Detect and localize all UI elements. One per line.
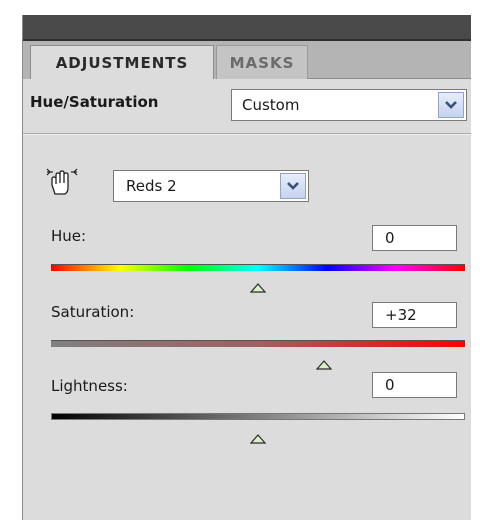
lightness-input[interactable]: 0 — [372, 372, 457, 398]
hue-label: Hue: — [51, 227, 87, 245]
lightness-label: Lightness: — [51, 377, 128, 395]
lightness-slider-thumb[interactable] — [249, 429, 267, 444]
hue-slider-track[interactable] — [51, 264, 465, 271]
chevron-down-icon[interactable] — [438, 92, 464, 118]
saturation-slider-thumb[interactable] — [315, 355, 333, 370]
adjustments-panel: ADJUSTMENTS MASKS Hue/Saturation Custom … — [22, 15, 471, 520]
hue-slider-thumb[interactable] — [249, 278, 267, 293]
hand-icon[interactable] — [45, 168, 79, 198]
saturation-slider-track[interactable] — [51, 340, 465, 347]
saturation-label: Saturation: — [51, 303, 135, 321]
saturation-input[interactable]: +32 — [372, 302, 457, 328]
lightness-slider-track[interactable] — [51, 413, 465, 420]
separator-highlight — [23, 134, 471, 135]
tab-divider — [308, 78, 471, 79]
edit-range-value: Reds 2 — [126, 177, 177, 195]
panel-title-bar — [23, 15, 471, 39]
tab-masks[interactable]: MASKS — [216, 45, 308, 79]
tab-adjustments[interactable]: ADJUSTMENTS — [30, 45, 214, 79]
chevron-down-icon[interactable] — [280, 173, 306, 199]
adjustment-type-label: Hue/Saturation — [30, 93, 159, 111]
preset-dropdown[interactable]: Custom — [231, 89, 467, 121]
hue-input[interactable]: 0 — [372, 225, 457, 251]
edit-range-dropdown[interactable]: Reds 2 — [113, 170, 309, 202]
preset-dropdown-value: Custom — [242, 96, 300, 114]
